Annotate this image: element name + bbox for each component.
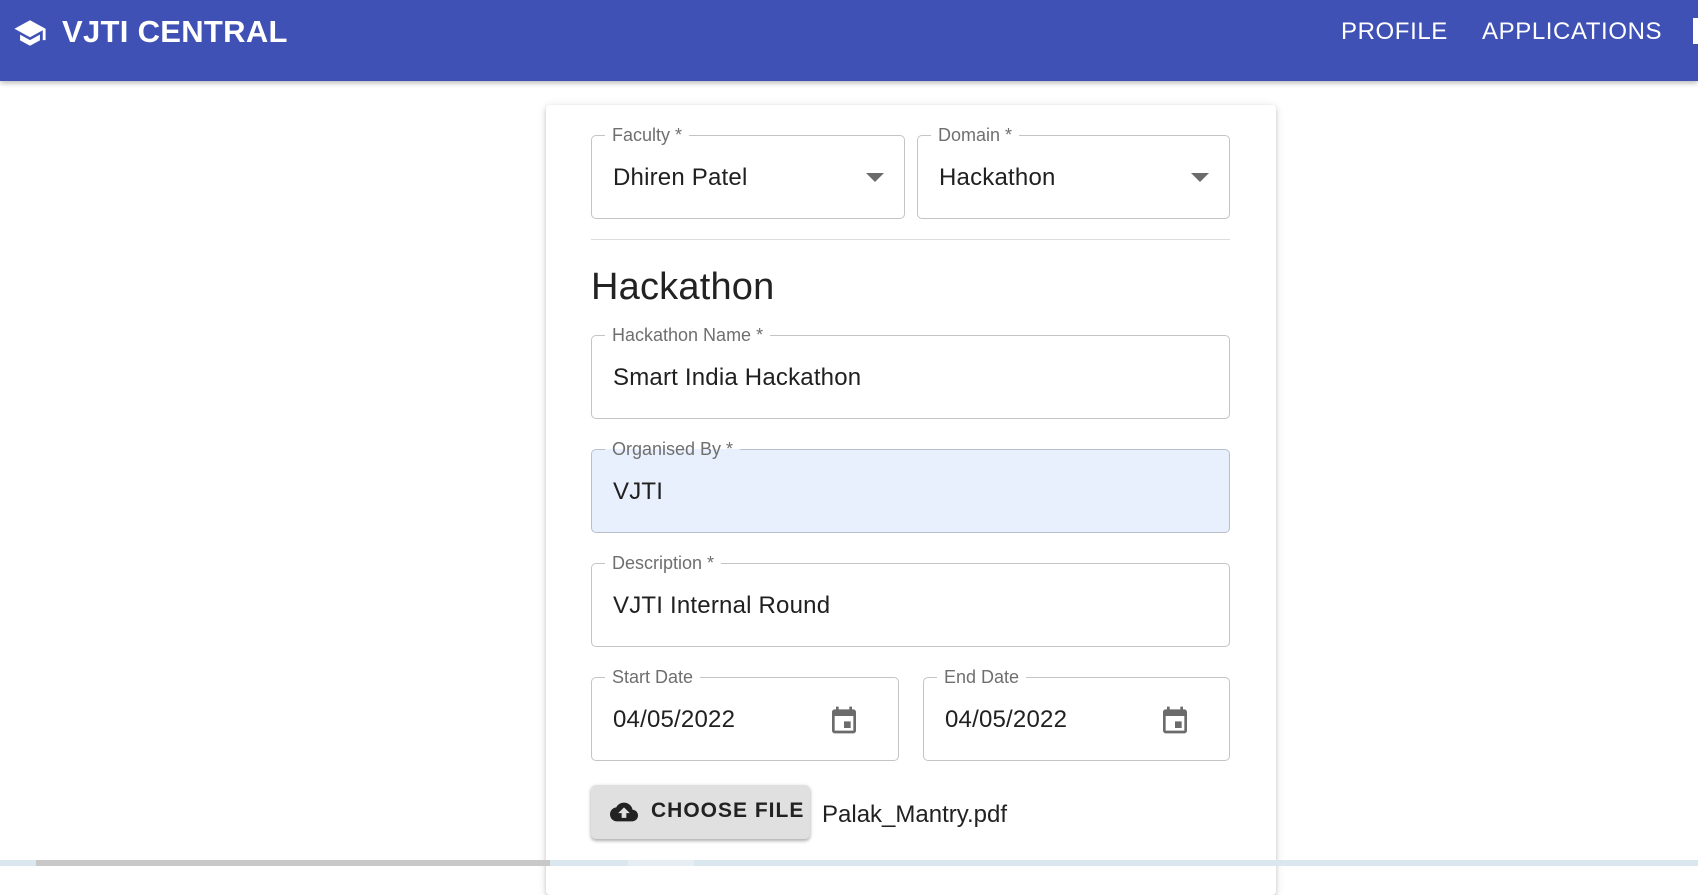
hackathon-name-value: Smart India Hackathon bbox=[613, 364, 862, 391]
faculty-label: Faculty * bbox=[605, 124, 690, 146]
section-title: Hackathon bbox=[591, 266, 775, 308]
choose-file-button[interactable]: CHOOSE FILE bbox=[591, 785, 810, 839]
hackathon-name-label: Hackathon Name * bbox=[605, 324, 771, 346]
cloud-upload-icon bbox=[609, 798, 639, 826]
nav-next-item-clipped[interactable] bbox=[1693, 18, 1698, 44]
choose-file-label: CHOOSE FILE bbox=[651, 799, 805, 822]
calendar-icon[interactable] bbox=[828, 703, 860, 737]
end-date-field[interactable]: End Date 04/05/2022 bbox=[923, 666, 1230, 761]
domain-value: Hackathon bbox=[939, 164, 1056, 191]
app-bar: VJTI CENTRAL PROFILE APPLICATIONS bbox=[0, 0, 1698, 81]
calendar-icon[interactable] bbox=[1159, 703, 1191, 737]
end-date-label: End Date bbox=[937, 666, 1027, 688]
start-date-label: Start Date bbox=[605, 666, 701, 688]
app-title[interactable]: VJTI CENTRAL bbox=[62, 14, 288, 50]
description-field[interactable]: Description * VJTI Internal Round bbox=[591, 552, 1230, 647]
nav-profile[interactable]: PROFILE bbox=[1341, 18, 1448, 46]
domain-select[interactable]: Domain * Hackathon bbox=[917, 124, 1230, 219]
scrollbar-track[interactable] bbox=[36, 860, 550, 866]
start-date-value: 04/05/2022 bbox=[613, 706, 736, 733]
organised-by-field[interactable]: Organised By * VJTI bbox=[591, 438, 1230, 533]
strip-segment bbox=[628, 860, 694, 866]
start-date-field[interactable]: Start Date 04/05/2022 bbox=[591, 666, 899, 761]
bottom-strip bbox=[0, 860, 1698, 866]
graduation-cap-icon bbox=[13, 16, 47, 50]
chevron-down-icon[interactable] bbox=[866, 173, 884, 182]
brand[interactable] bbox=[13, 17, 47, 49]
organised-by-value: VJTI bbox=[613, 478, 664, 505]
hackathon-name-field[interactable]: Hackathon Name * Smart India Hackathon bbox=[591, 324, 1230, 419]
faculty-value: Dhiren Patel bbox=[613, 164, 748, 191]
nav-applications[interactable]: APPLICATIONS bbox=[1482, 18, 1662, 46]
divider bbox=[591, 239, 1230, 240]
organised-by-label: Organised By * bbox=[605, 438, 741, 460]
description-label: Description * bbox=[605, 552, 722, 574]
end-date-value: 04/05/2022 bbox=[945, 706, 1068, 733]
chevron-down-icon[interactable] bbox=[1191, 173, 1209, 182]
faculty-select[interactable]: Faculty * Dhiren Patel bbox=[591, 124, 905, 219]
domain-label: Domain * bbox=[931, 124, 1020, 146]
description-value: VJTI Internal Round bbox=[613, 592, 831, 619]
selected-file-name: Palak_Mantry.pdf bbox=[822, 801, 1007, 828]
